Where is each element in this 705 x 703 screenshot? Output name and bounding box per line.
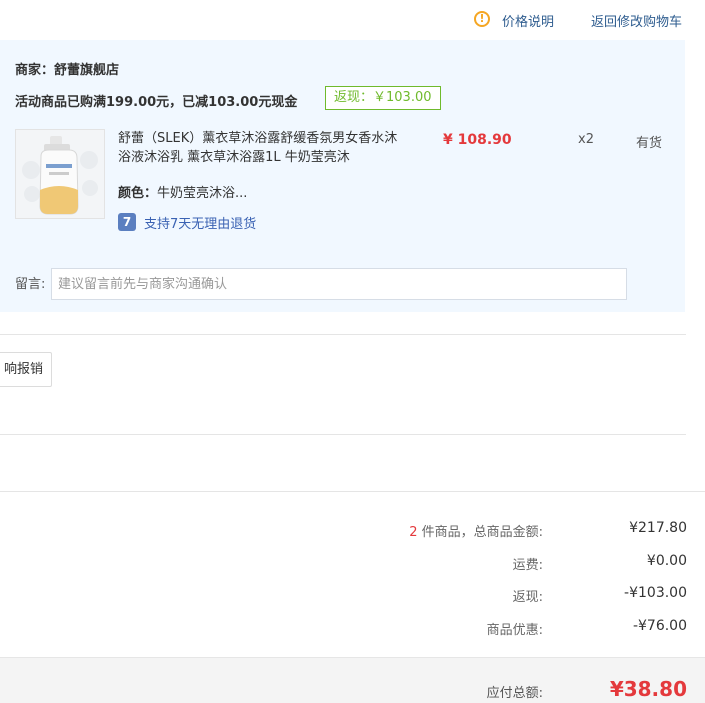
color-value: 牛奶莹亮沐浴... [157,186,248,201]
goods-total-value: ¥217.80 [629,520,687,536]
total-bar [0,657,705,703]
stock-status: 有货 [636,136,663,151]
message-input[interactable] [51,268,627,300]
promotion-text: 活动商品已购满199.00元，已减103.00元现金 [15,95,298,110]
divider [0,491,705,492]
payable-total: ¥38.80 [609,677,687,701]
product-thumbnail[interactable] [15,129,105,219]
color-label: 颜色： [118,186,158,201]
shipping-label: 运费: [512,558,543,573]
cashback-label: 返现: [512,590,543,605]
cashback-value: -¥103.00 [624,585,687,601]
goods-total-label: 2 件商品，总商品金额: [409,521,543,540]
product-color-row: 颜色：牛奶莹亮沐浴... [118,182,247,201]
price-explain-link[interactable]: 价格说明 [502,11,554,30]
message-label: 留言: [15,277,46,292]
return-policy-text: 支持7天无理由退货 [144,217,257,232]
invoice-option-button[interactable]: 响报销 [0,352,52,387]
product-price: ¥ 108.90 [443,132,512,148]
shipping-value: ¥0.00 [646,553,687,569]
discount-label: 商品优惠: [486,623,543,638]
seven-day-return-icon: 7 [118,213,136,231]
goods-count-label: 件商品，总商品金额: [417,525,543,540]
shop-label: 商家： [15,63,55,78]
product-quantity: x2 [578,132,594,147]
info-warning-icon[interactable]: ! [474,11,490,27]
back-to-cart-link[interactable]: 返回修改购物车 [591,11,682,30]
payable-label: 应付总额: [486,686,543,701]
divider [0,334,686,335]
divider [0,434,686,435]
discount-value: -¥76.00 [632,618,687,634]
cashback-badge: 返现：￥103.00 [325,86,441,110]
product-name[interactable]: 舒蕾（SLEK）薰衣草沐浴露舒缓香氛男女香水沐浴液沐浴乳 薰衣草沐浴露1L 牛奶… [118,129,398,167]
shop-name[interactable]: 舒蕾旗舰店 [54,63,119,78]
product-image [16,130,104,218]
shop-row: 商家：舒蕾旗舰店 [15,59,119,78]
